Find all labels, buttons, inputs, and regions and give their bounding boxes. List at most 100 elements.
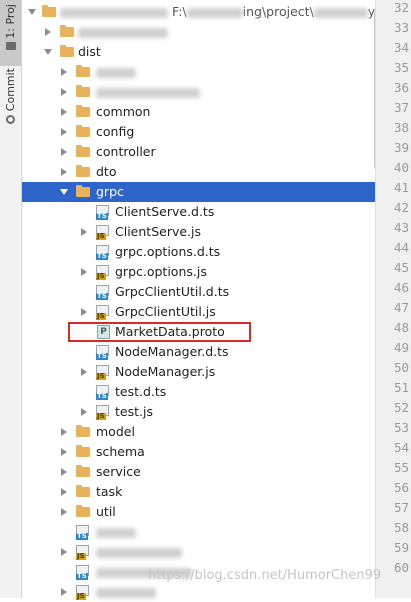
commit-tab-label: Commit: [4, 68, 17, 112]
chevron-right-icon[interactable]: [58, 442, 70, 462]
file-label: ClientServe.d.ts: [115, 204, 215, 219]
tree-row-file[interactable]: TS test.d.ts: [22, 382, 375, 402]
chevron-down-icon[interactable]: [58, 182, 70, 202]
chevron-right-icon[interactable]: [58, 82, 70, 102]
chevron-down-icon[interactable]: [42, 42, 54, 62]
file-label: test.js: [115, 404, 153, 419]
typescript-file-icon: TS: [96, 345, 110, 360]
tree-row-redacted[interactable]: [22, 82, 375, 102]
chevron-right-icon[interactable]: [58, 162, 70, 182]
tree-row-redacted[interactable]: [22, 62, 375, 82]
chevron-right-icon[interactable]: [58, 62, 70, 82]
line-number: 44: [393, 240, 409, 255]
chevron-right-icon[interactable]: [58, 462, 70, 482]
line-number: 51: [393, 380, 409, 395]
line-number: 36: [393, 80, 409, 95]
javascript-file-icon: JS: [96, 365, 110, 380]
project-tab-label: 1: Proj: [4, 4, 17, 39]
tree-row-schema[interactable]: schema: [22, 442, 375, 462]
file-label: GrpcClientUtil.js: [115, 304, 216, 319]
tree-row-service[interactable]: service: [22, 462, 375, 482]
chevron-right-icon[interactable]: [42, 22, 54, 42]
chevron-right-icon[interactable]: [58, 502, 70, 522]
line-number: 45: [393, 260, 409, 275]
chevron-right-icon[interactable]: [78, 362, 90, 382]
tree-row-common[interactable]: common: [22, 102, 375, 122]
file-label: GrpcClientUtil.d.ts: [115, 284, 230, 299]
chevron-right-icon[interactable]: [78, 262, 90, 282]
javascript-file-icon: JS: [76, 545, 90, 560]
tree-row-grpc[interactable]: grpc: [22, 182, 375, 202]
chevron-right-icon[interactable]: [58, 582, 70, 602]
folder-icon: [76, 105, 90, 117]
folder-icon: [76, 505, 90, 517]
root-path-middle: ing\project\: [242, 4, 314, 19]
typescript-file-icon: TS: [96, 205, 110, 220]
chevron-right-icon[interactable]: [58, 102, 70, 122]
tree-row-file[interactable]: JS test.js: [22, 402, 375, 422]
root-path-prefix: F:\: [171, 4, 187, 19]
tree-row-file[interactable]: JS GrpcClientUtil.js: [22, 302, 375, 322]
tree-row-file[interactable]: TS ClientServe.d.ts: [22, 202, 375, 222]
dist-label: dist: [78, 44, 101, 59]
folder-icon: [76, 125, 90, 137]
chevron-right-icon[interactable]: [58, 482, 70, 502]
line-number: 40: [393, 160, 409, 175]
tree-row-file[interactable]: JS grpc.options.js: [22, 262, 375, 282]
line-number: 60: [393, 560, 409, 575]
tree-row-config[interactable]: config: [22, 122, 375, 142]
chevron-right-icon[interactable]: [58, 122, 70, 142]
chevron-down-icon[interactable]: [26, 2, 38, 22]
typescript-file-icon: TS: [76, 525, 90, 540]
line-number: 48: [393, 320, 409, 335]
typescript-file-icon: TS: [96, 285, 110, 300]
redacted-text: [60, 7, 168, 18]
file-label: NodeManager.d.ts: [115, 344, 229, 359]
tree-row-controller[interactable]: controller: [22, 142, 375, 162]
line-number: 32: [393, 0, 409, 15]
tree-row-file[interactable]: TS GrpcClientUtil.d.ts: [22, 282, 375, 302]
javascript-file-icon: JS: [96, 265, 110, 280]
folder-icon: [76, 465, 90, 477]
tree-row-redacted[interactable]: JS: [22, 582, 375, 602]
commit-icon: [6, 115, 15, 125]
commit-tool-tab[interactable]: Commit: [0, 68, 21, 130]
tree-row-util[interactable]: util: [22, 502, 375, 522]
tree-row-file[interactable]: TS grpc.options.d.ts: [22, 242, 375, 262]
tree-row-dto[interactable]: dto: [22, 162, 375, 182]
redacted-text: [78, 27, 168, 38]
chevron-right-icon[interactable]: [58, 142, 70, 162]
line-number: 35: [393, 60, 409, 75]
tree-row-model[interactable]: model: [22, 422, 375, 442]
chevron-right-icon[interactable]: [78, 302, 90, 322]
tree-row-file[interactable]: TS NodeManager.d.ts: [22, 342, 375, 362]
chevron-right-icon[interactable]: [58, 422, 70, 442]
chevron-right-icon[interactable]: [58, 542, 70, 562]
folder-icon: [76, 165, 90, 177]
line-number: 47: [393, 300, 409, 315]
tree-row-redacted[interactable]: JS: [22, 542, 375, 562]
tree-row-redacted[interactable]: TS: [22, 522, 375, 542]
tree-row-root[interactable]: F:\ing\project\y-a: [22, 2, 387, 22]
tree-row-file[interactable]: JS NodeManager.js: [22, 362, 375, 382]
tree-row-dist[interactable]: dist: [22, 42, 375, 62]
redacted-text: [186, 7, 243, 18]
line-number: 42: [393, 200, 409, 215]
folder-icon: [76, 485, 90, 497]
chevron-right-icon[interactable]: [78, 222, 90, 242]
typescript-file-icon: TS: [96, 245, 110, 260]
redacted-text: [96, 527, 136, 538]
tree-row-file[interactable]: JS ClientServe.js: [22, 222, 375, 242]
typescript-file-icon: TS: [96, 385, 110, 400]
folder-icon: [76, 185, 90, 197]
line-number: 38: [393, 120, 409, 135]
folder-icon: [76, 445, 90, 457]
line-number: 58: [393, 520, 409, 535]
project-tree[interactable]: F:\ing\project\y-a dist common config co…: [22, 2, 387, 602]
tree-row-redacted[interactable]: [22, 22, 375, 42]
folder-label: grpc: [96, 184, 124, 199]
tree-row-task[interactable]: task: [22, 482, 375, 502]
file-label: grpc.options.js: [115, 264, 207, 279]
project-tool-tab[interactable]: 1: Proj: [0, 0, 21, 66]
chevron-right-icon[interactable]: [78, 402, 90, 422]
